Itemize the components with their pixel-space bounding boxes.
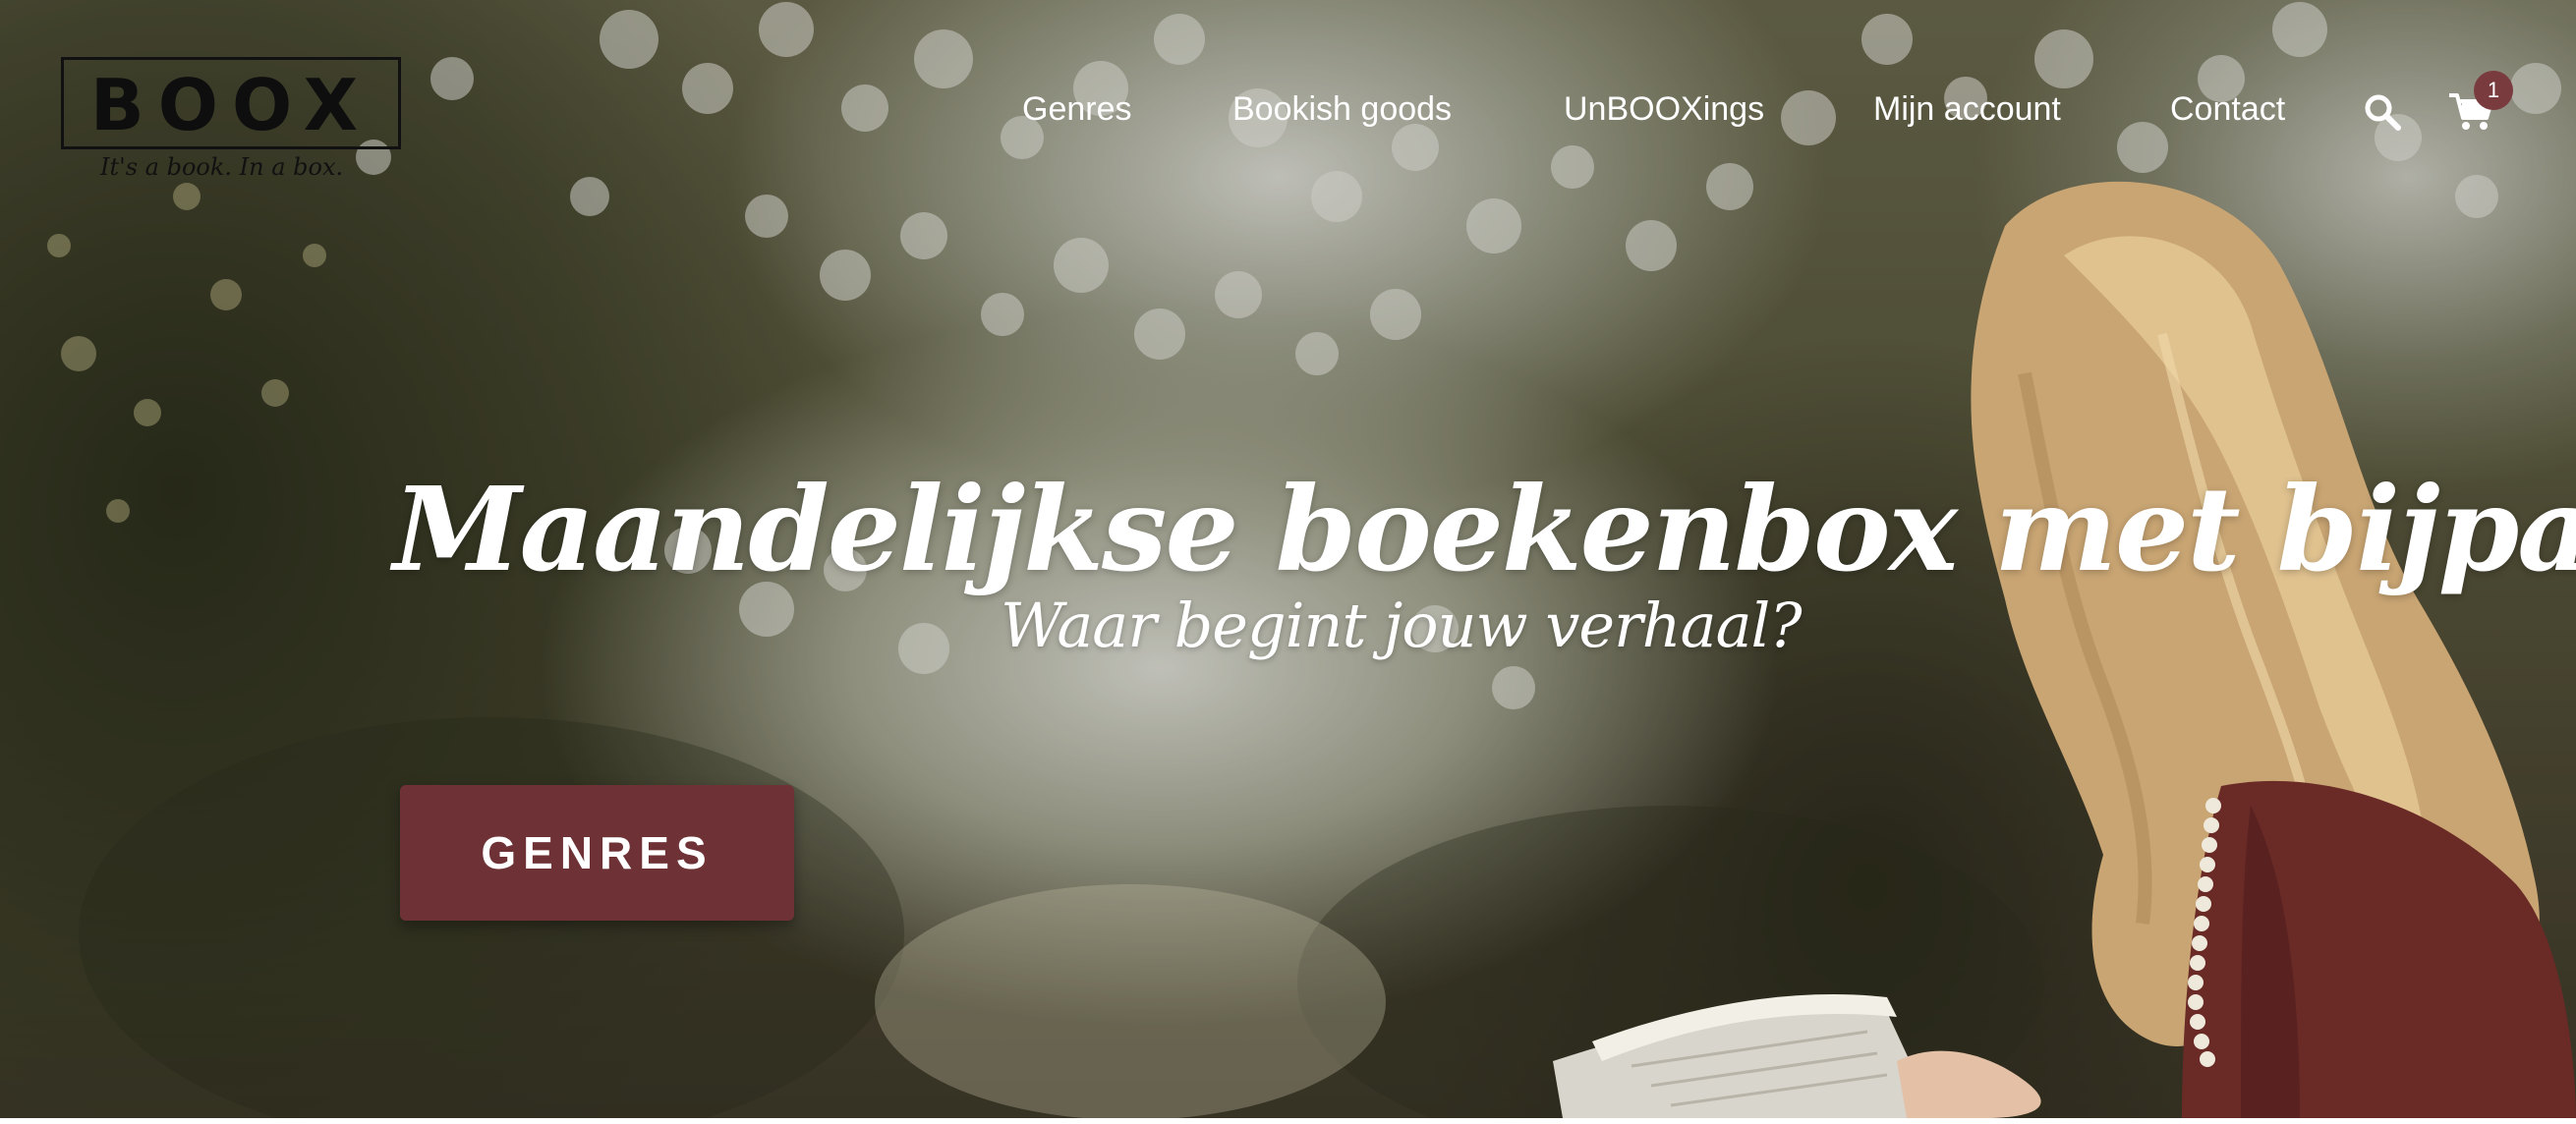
nav-item-genres[interactable]: Genres: [1022, 84, 1132, 134]
nav-item-mijn-account[interactable]: Mijn account: [1873, 84, 2061, 134]
genres-cta-button[interactable]: GENRES: [400, 785, 794, 921]
hero-section: BOOX It's a book. In a box. Genres Booki…: [0, 0, 2576, 1118]
nav-item-contact[interactable]: Contact: [2170, 84, 2285, 134]
hero-headline: Maandelijkse boekenbox met bijpassende g…: [393, 461, 2576, 598]
page-bottom-edge: [0, 1118, 2576, 1124]
logo-text: BOOX: [89, 64, 372, 146]
logo-tagline: It's a book. In a box.: [100, 153, 344, 181]
cart-count-badge: 1: [2474, 71, 2513, 110]
site-logo[interactable]: BOOX It's a book. In a box.: [61, 57, 401, 181]
hero-subheadline: Waar begint jouw verhaal?: [1001, 590, 1803, 661]
search-icon[interactable]: [2363, 92, 2402, 137]
logo-frame: BOOX: [61, 57, 401, 149]
nav-item-unbooxings[interactable]: UnBOOXings: [1564, 84, 1764, 134]
nav-item-bookish-goods[interactable]: Bookish goods: [1232, 84, 1452, 134]
